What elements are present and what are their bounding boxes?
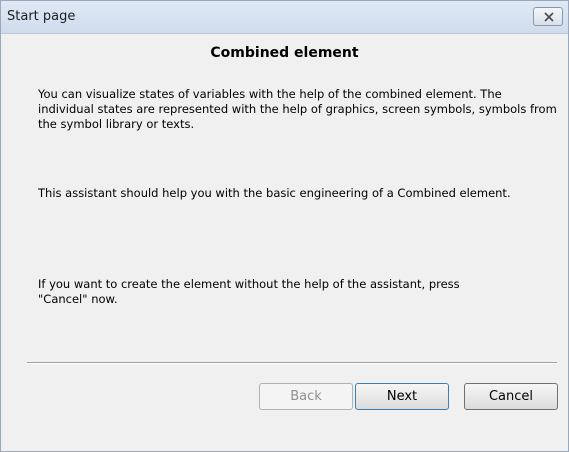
cancel-button[interactable]: Cancel xyxy=(464,383,558,410)
next-button[interactable]: Next xyxy=(355,383,449,410)
close-icon xyxy=(544,12,554,22)
cancel-hint-paragraph: If you want to create the element withou… xyxy=(38,277,460,306)
description-paragraph: You can visualize states of variables wi… xyxy=(38,87,557,131)
separator-line xyxy=(27,362,557,364)
page-heading: Combined element xyxy=(210,45,359,61)
window-title: Start page xyxy=(7,9,76,24)
assistant-info-paragraph: This assistant should help you with the … xyxy=(38,186,511,200)
back-button[interactable]: Back xyxy=(259,383,353,410)
wizard-window: Start page Combined element You can visu… xyxy=(0,0,569,452)
close-button[interactable] xyxy=(533,7,563,26)
title-bar[interactable]: Start page xyxy=(1,1,568,34)
